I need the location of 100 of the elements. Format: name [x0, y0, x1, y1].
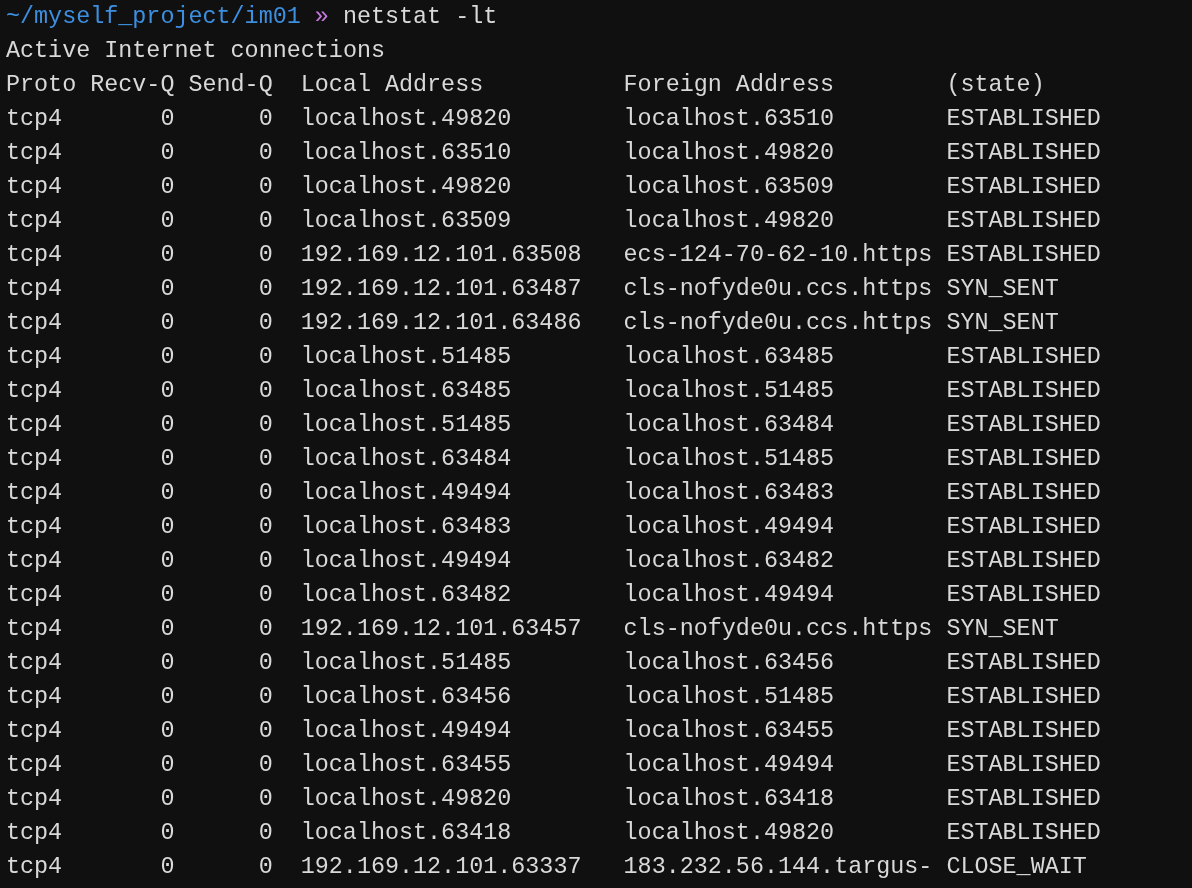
table-cell-text: 0: [257, 819, 273, 848]
table-cell-text: tcp4: [6, 343, 64, 372]
table-cell-text: tcp4: [6, 581, 64, 610]
table-cell-text: localhost.63456: [623, 649, 836, 678]
column-header: Foreign Address: [623, 71, 836, 100]
table-cell-text: ESTABLISHED: [946, 819, 1102, 848]
table-cell-text: localhost.63509: [623, 173, 836, 202]
table-cell-text: cls-nofyde0u.ccs.https: [623, 275, 934, 304]
table-cell-text: tcp4: [6, 411, 64, 440]
table-cell-text: tcp4: [6, 309, 64, 338]
table-cell-text: tcp4: [6, 275, 64, 304]
table-cell-text: tcp4: [6, 683, 64, 712]
table-cell-text: 0: [257, 309, 273, 338]
table-cell-text: localhost.63455: [300, 751, 513, 780]
table-cell-text: 0: [257, 785, 273, 814]
table-cell-text: 0: [257, 139, 273, 168]
table-cell-text: 192.169.12.101.63457: [300, 615, 583, 644]
table-cell-text: ESTABLISHED: [946, 445, 1102, 474]
table-cell-text: 0: [159, 853, 175, 882]
table-cell-text: 0: [257, 207, 273, 236]
table-cell-text: localhost.51485: [623, 445, 836, 474]
table-cell-text: localhost.49494: [623, 513, 836, 542]
table-cell-text: ESTABLISHED: [946, 105, 1102, 134]
table-cell-text: localhost.49494: [300, 547, 513, 576]
table-cell-text: 0: [159, 785, 175, 814]
table-cell-text: ecs-124-70-62-10.https: [623, 241, 934, 270]
table-cell-text: 0: [159, 479, 175, 508]
table-cell-text: ESTABLISHED: [946, 207, 1102, 236]
table-cell-text: 0: [257, 377, 273, 406]
table-cell-text: cls-nofyde0u.ccs.https: [623, 309, 934, 338]
table-cell-text: localhost.49494: [623, 751, 836, 780]
table-cell-text: 0: [159, 751, 175, 780]
table-cell-text: 0: [257, 751, 273, 780]
table-cell-text: 0: [257, 241, 273, 270]
prompt-path: ~/myself_project/im01: [6, 3, 301, 32]
table-cell-text: localhost.49494: [300, 479, 513, 508]
table-cell-text: 0: [159, 547, 175, 576]
table-cell-text: tcp4: [6, 717, 64, 746]
table-cell-text: 0: [159, 105, 175, 134]
table-cell-text: tcp4: [6, 207, 64, 236]
table-cell-text: ESTABLISHED: [946, 717, 1102, 746]
column-header: Recv-Q: [90, 71, 175, 100]
table-cell-text: 192.169.12.101.63486: [300, 309, 583, 338]
table-cell-text: localhost.63418: [623, 785, 836, 814]
table-cell-text: localhost.63483: [623, 479, 836, 508]
table-cell-text: tcp4: [6, 139, 64, 168]
table-cell-text: 0: [257, 615, 273, 644]
table-cell-text: localhost.49820: [300, 173, 513, 202]
table-cell-text: localhost.51485: [300, 343, 513, 372]
table-cell-text: ESTABLISHED: [946, 241, 1102, 270]
table-cell-text: localhost.49820: [300, 785, 513, 814]
table-cell-text: localhost.49494: [300, 717, 513, 746]
table-cell-text: tcp4: [6, 377, 64, 406]
column-header: (state): [946, 71, 1046, 100]
table-cell-text: tcp4: [6, 445, 64, 474]
table-cell-text: 0: [257, 275, 273, 304]
table-cell-text: tcp4: [6, 479, 64, 508]
table-cell-text: ESTABLISHED: [946, 377, 1102, 406]
table-cell-text: tcp4: [6, 241, 64, 270]
column-header: Local Address: [300, 71, 485, 100]
table-cell-text: 0: [159, 717, 175, 746]
table-cell-text: 0: [159, 649, 175, 678]
table-cell-text: CLOSE_WAIT: [946, 853, 1088, 882]
output-heading: Active Internet connections: [6, 37, 385, 66]
table-cell-text: localhost.63455: [623, 717, 836, 746]
table-cell-text: 0: [257, 343, 273, 372]
table-cell-text: tcp4: [6, 105, 64, 134]
table-cell-text: localhost.63418: [300, 819, 513, 848]
table-cell-text: 0: [159, 207, 175, 236]
table-cell-text: 0: [257, 649, 273, 678]
table-cell-text: 0: [159, 581, 175, 610]
table-cell-text: 0: [159, 445, 175, 474]
table-cell-text: 192.169.12.101.63508: [300, 241, 583, 270]
table-cell-text: localhost.63456: [300, 683, 513, 712]
table-cell-text: ESTABLISHED: [946, 343, 1102, 372]
table-cell-text: localhost.63484: [300, 445, 513, 474]
table-cell-text: localhost.49494: [623, 581, 836, 610]
table-cell-text: 0: [257, 513, 273, 542]
table-cell-text: localhost.51485: [300, 649, 513, 678]
table-cell-text: 0: [159, 411, 175, 440]
table-cell-text: ESTABLISHED: [946, 683, 1102, 712]
table-cell-text: localhost.63510: [300, 139, 513, 168]
table-cell-text: ESTABLISHED: [946, 479, 1102, 508]
table-cell-text: 0: [159, 343, 175, 372]
column-header: Proto: [6, 71, 78, 100]
table-cell-text: localhost.63482: [300, 581, 513, 610]
command-text: netstat -lt: [342, 3, 498, 32]
table-cell-text: 183.232.56.144.targus-: [623, 853, 934, 882]
table-cell-text: ESTABLISHED: [946, 411, 1102, 440]
table-cell-text: 0: [257, 479, 273, 508]
table-cell-text: tcp4: [6, 751, 64, 780]
table-cell-text: ESTABLISHED: [946, 649, 1102, 678]
table-cell-text: 0: [159, 309, 175, 338]
table-cell-text: localhost.63483: [300, 513, 513, 542]
table-cell-text: localhost.63510: [623, 105, 836, 134]
table-cell-text: localhost.63482: [623, 547, 836, 576]
table-cell-text: localhost.63484: [623, 411, 836, 440]
table-cell-text: 0: [159, 683, 175, 712]
table-cell-text: tcp4: [6, 173, 64, 202]
table-cell-text: 0: [257, 445, 273, 474]
